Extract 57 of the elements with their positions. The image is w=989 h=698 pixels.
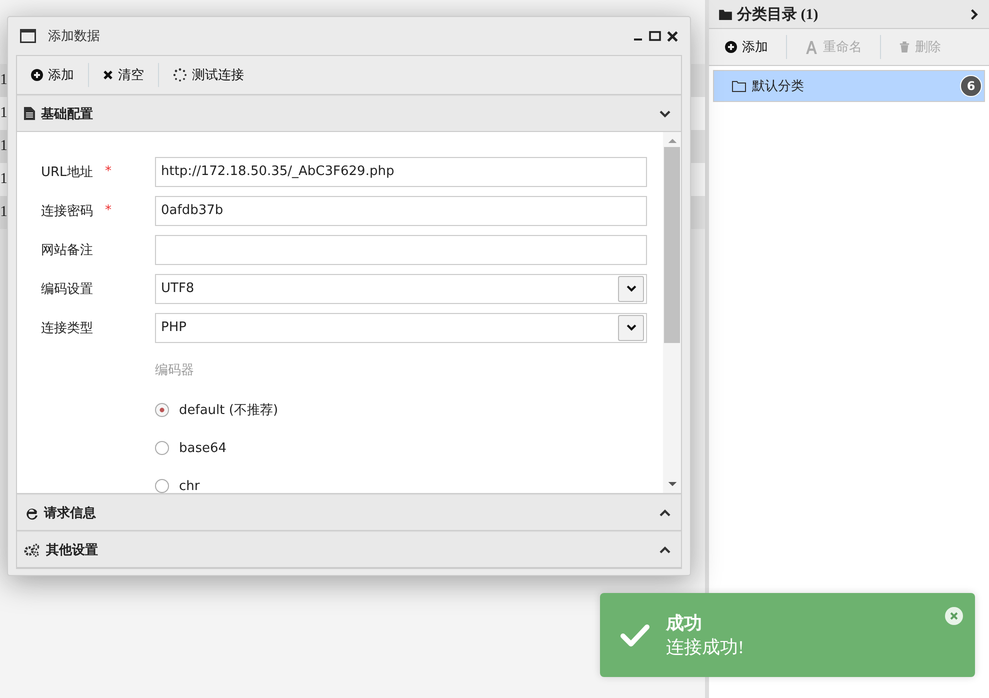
window-icon	[20, 29, 36, 43]
font-icon	[805, 40, 818, 54]
close-icon[interactable]	[667, 30, 678, 42]
category-item[interactable]: 默认分类 6	[713, 70, 985, 102]
chevron-down-icon	[626, 285, 636, 292]
field-label: 连接类型	[41, 320, 94, 336]
folder-icon	[732, 80, 746, 92]
scroll-up-icon[interactable]	[668, 138, 676, 143]
browser-icon	[24, 506, 38, 520]
gears-icon	[24, 542, 40, 556]
input-field[interactable]: 0afdb37b	[155, 196, 647, 226]
plus-icon	[31, 69, 43, 81]
chevron-up-icon	[659, 508, 671, 516]
toast-title: 成功	[666, 612, 703, 635]
radio-label: default (不推荐)	[179, 402, 278, 419]
encoder-label: 编码器	[155, 362, 195, 379]
select-field[interactable]: PHP	[155, 312, 647, 342]
required-mark: *	[105, 203, 112, 218]
document-icon	[24, 107, 35, 120]
field-label: 连接密码	[41, 202, 94, 220]
trash-icon	[899, 41, 910, 53]
toolbar-button[interactable]: 清空	[95, 62, 152, 88]
required-mark: *	[105, 164, 112, 179]
cross-icon	[103, 70, 113, 80]
toolbar-button[interactable]: 测试连接	[165, 62, 252, 88]
maximize-icon[interactable]	[649, 31, 661, 41]
section-header[interactable]: 其他设置	[17, 531, 681, 568]
folder-icon	[719, 8, 732, 20]
count-badge: 6	[960, 75, 982, 97]
chevron-right-icon[interactable]	[970, 8, 979, 20]
toolbar-button[interactable]: 添加	[717, 34, 776, 60]
input-field[interactable]: http://172.18.50.35/_AbC3F629.php	[155, 156, 647, 186]
panel-title: 分类目录 (1)	[737, 5, 818, 24]
radio-label: chr	[179, 478, 200, 493]
window-title: 添加数据	[48, 28, 100, 45]
spinner-icon	[173, 68, 187, 82]
plus-icon	[725, 41, 737, 53]
section-header[interactable]: 请求信息	[17, 494, 681, 531]
category-label: 默认分类	[752, 78, 804, 95]
radio-button[interactable]	[155, 479, 169, 493]
toolbar-button[interactable]: 添加	[23, 62, 82, 88]
input-field[interactable]	[155, 234, 647, 264]
chevron-down-icon	[626, 324, 636, 331]
field-label: 网站备注	[41, 242, 94, 258]
check-icon	[620, 623, 650, 647]
field-label: URL地址	[41, 164, 94, 180]
chevron-up-icon	[659, 546, 671, 554]
toast-message: 连接成功!	[666, 636, 744, 659]
radio-button[interactable]	[155, 441, 169, 455]
field-label: 编码设置	[41, 280, 94, 298]
chevron-down-icon	[659, 110, 671, 118]
scroll-down-icon[interactable]	[668, 482, 676, 487]
radio-button[interactable]	[155, 403, 169, 417]
select-field[interactable]: UTF8	[155, 274, 647, 304]
scrollbar[interactable]	[663, 132, 681, 493]
radio-label: base64	[179, 440, 227, 456]
section-header[interactable]: 基础配置	[17, 95, 681, 132]
